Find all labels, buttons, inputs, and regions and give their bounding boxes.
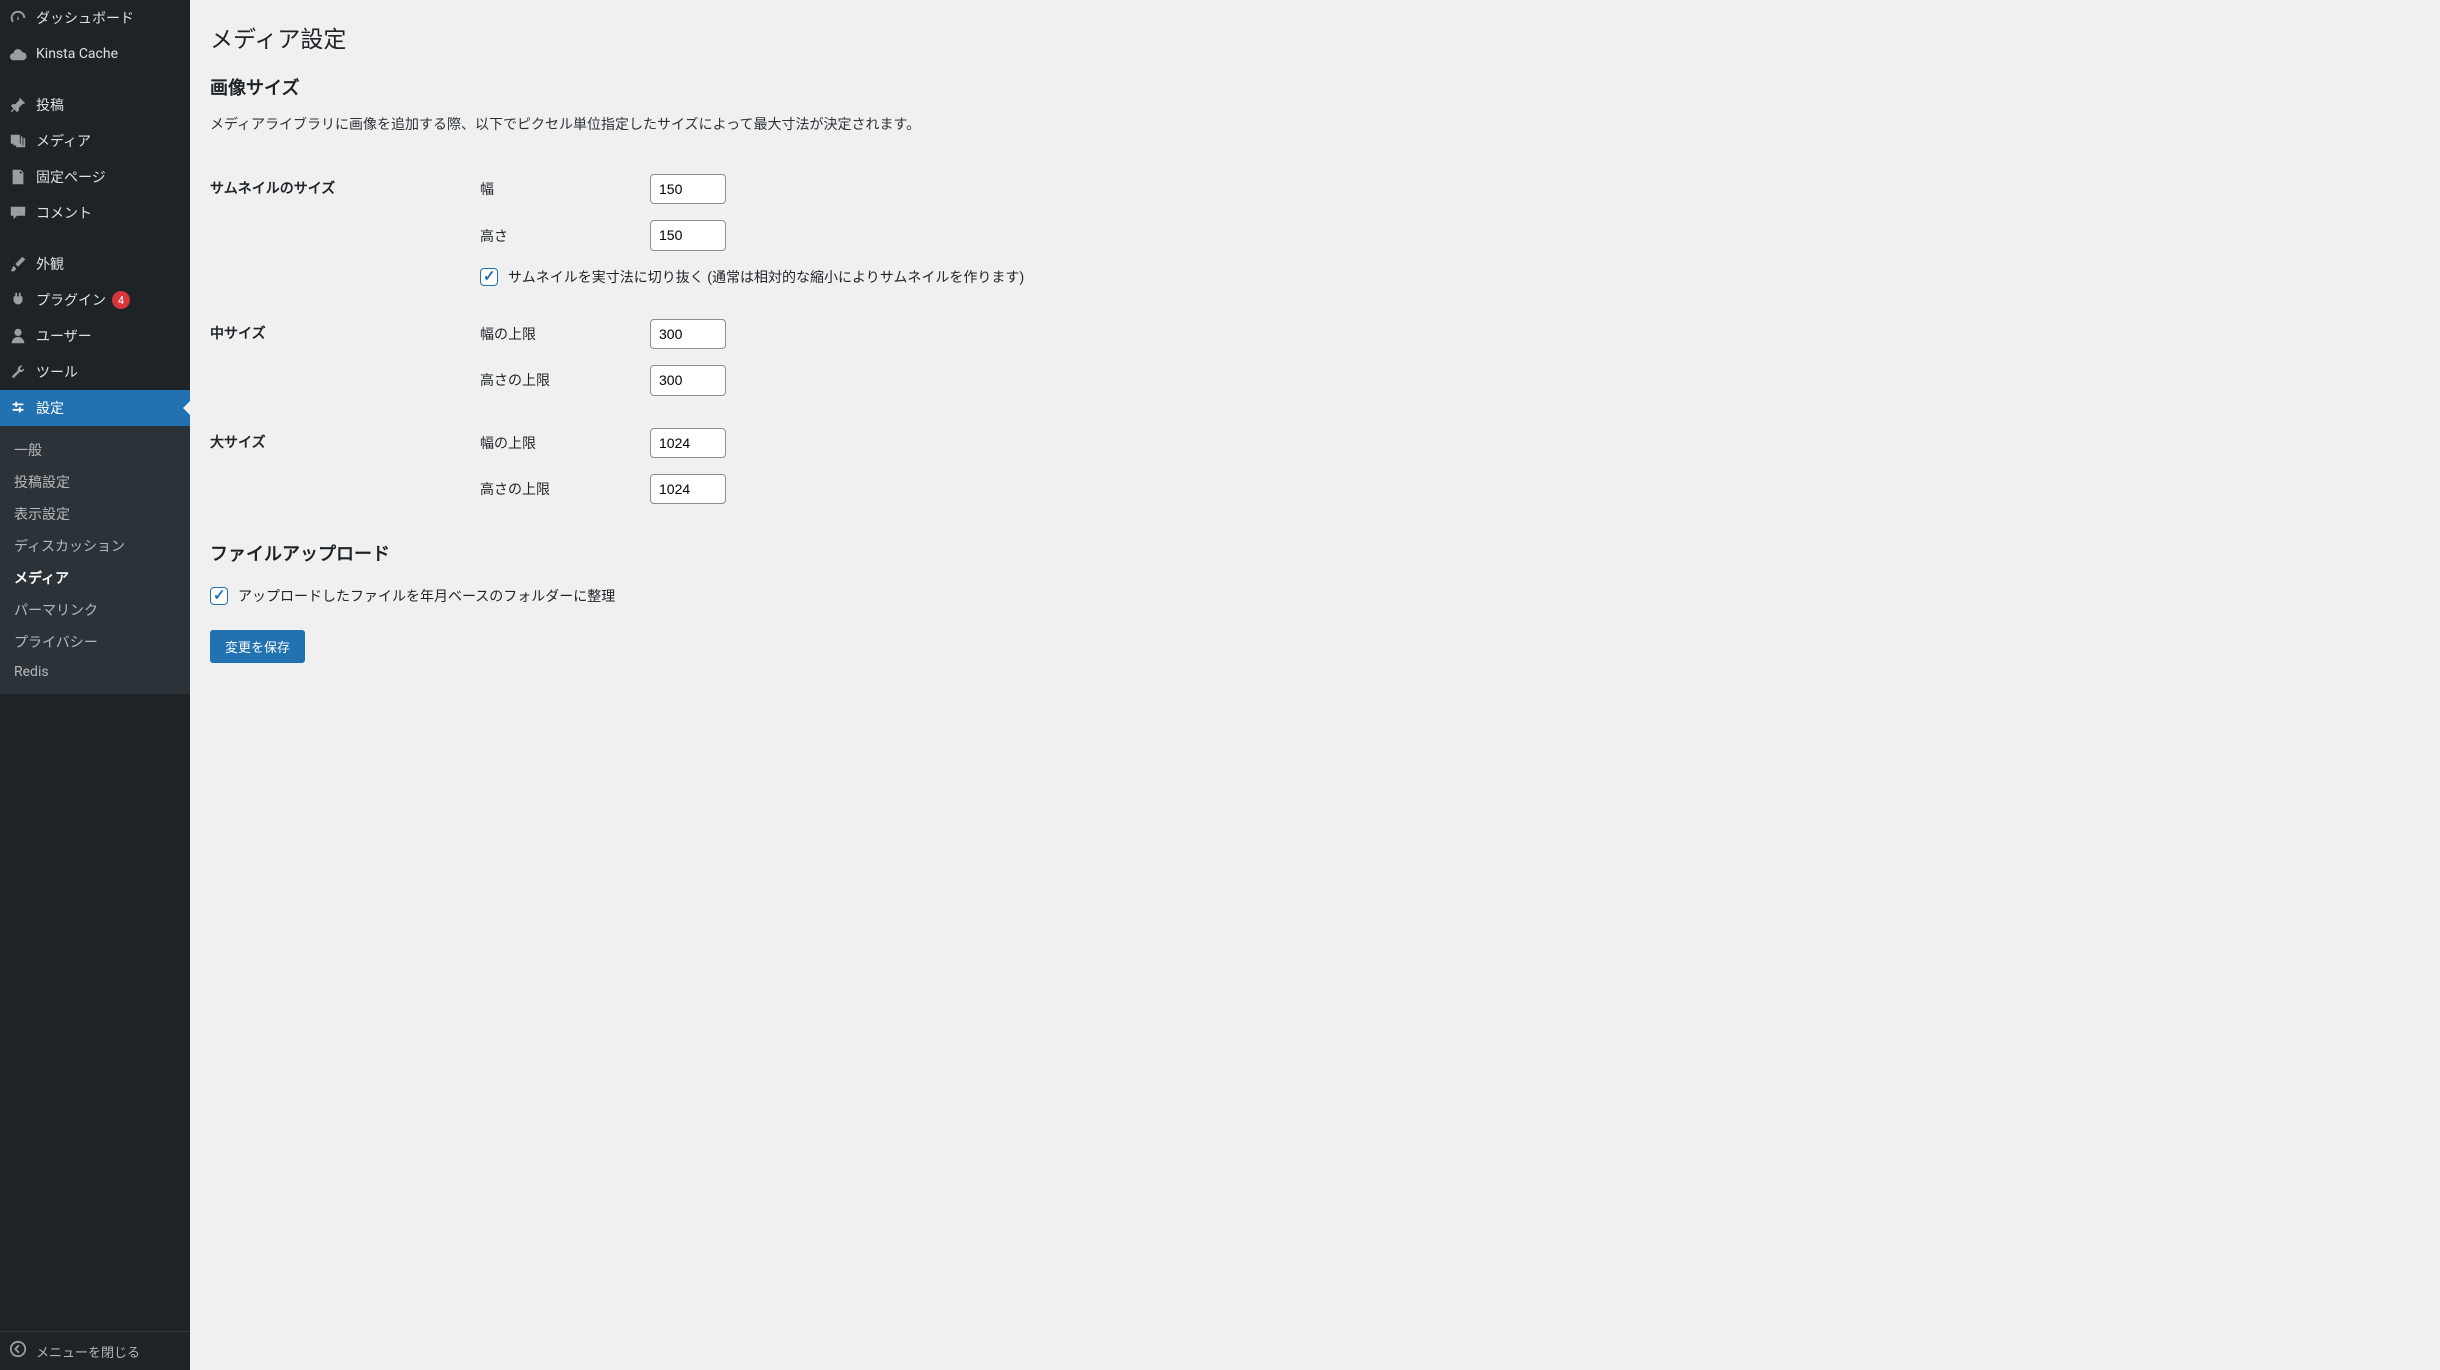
media-icon xyxy=(8,131,28,151)
sidebar-item-label: メディア xyxy=(36,131,91,151)
page-icon xyxy=(8,167,28,187)
sidebar-item-appearance[interactable]: 外観 xyxy=(0,246,190,282)
large-height-label: 高さの上限 xyxy=(480,479,650,499)
image-sizes-description: メディアライブラリに画像を追加する際、以下でピクセル単位指定したサイズによって最… xyxy=(210,114,2420,134)
submenu-item-media[interactable]: メディア xyxy=(0,562,190,594)
organize-uploads-checkbox[interactable] xyxy=(210,587,228,605)
sidebar-item-label: ツール xyxy=(36,362,78,382)
section-heading-image-sizes: 画像サイズ xyxy=(210,74,2420,100)
submenu-item-permalink[interactable]: パーマリンク xyxy=(0,594,190,626)
sidebar-item-plugins[interactable]: プラグイン 4 xyxy=(0,282,190,318)
sidebar-item-label: 固定ページ xyxy=(36,167,106,187)
thumbnail-heading: サムネイルのサイズ xyxy=(210,158,470,303)
submenu-item-redis[interactable]: Redis xyxy=(0,658,190,686)
medium-width-input[interactable] xyxy=(650,319,726,349)
sidebar-item-settings[interactable]: 設定 xyxy=(0,390,190,426)
sidebar-item-media[interactable]: メディア xyxy=(0,123,190,159)
large-width-input[interactable] xyxy=(650,428,726,458)
settings-icon xyxy=(8,398,28,418)
thumbnail-height-input[interactable] xyxy=(650,220,726,250)
medium-heading: 中サイズ xyxy=(210,303,470,412)
wrench-icon xyxy=(8,362,28,382)
sidebar-item-tools[interactable]: ツール xyxy=(0,354,190,390)
medium-height-label: 高さの上限 xyxy=(480,370,650,390)
sidebar-item-label: ダッシュボード xyxy=(36,8,134,28)
plugin-update-badge: 4 xyxy=(112,291,130,309)
sidebar-item-label: コメント xyxy=(36,203,92,223)
sidebar-item-label: Kinsta Cache xyxy=(36,46,118,62)
organize-uploads-label: アップロードしたファイルを年月ベースのフォルダーに整理 xyxy=(238,586,615,606)
submenu-item-writing[interactable]: 投稿設定 xyxy=(0,466,190,498)
dashboard-icon xyxy=(8,8,28,28)
sidebar-item-comments[interactable]: コメント xyxy=(0,195,190,231)
page-title: メディア設定 xyxy=(210,20,2420,54)
pin-icon xyxy=(8,95,28,115)
sidebar-item-label: 投稿 xyxy=(36,95,64,115)
settings-submenu: 一般 投稿設定 表示設定 ディスカッション メディア パーマリンク プライバシー… xyxy=(0,426,190,694)
thumbnail-crop-label: サムネイルを実寸法に切り抜く (通常は相対的な縮小によりサムネイルを作ります) xyxy=(508,267,1024,287)
submenu-item-discussion[interactable]: ディスカッション xyxy=(0,530,190,562)
user-icon xyxy=(8,326,28,346)
collapse-menu-button[interactable]: メニューを閉じる xyxy=(0,1331,190,1370)
sidebar-item-pages[interactable]: 固定ページ xyxy=(0,159,190,195)
settings-main: メディア設定 画像サイズ メディアライブラリに画像を追加する際、以下でピクセル単… xyxy=(190,0,2440,1370)
thumbnail-width-label: 幅 xyxy=(480,179,650,199)
plugin-icon xyxy=(8,290,28,310)
submenu-item-reading[interactable]: 表示設定 xyxy=(0,498,190,530)
sidebar-item-label: ユーザー xyxy=(36,326,92,346)
large-width-label: 幅の上限 xyxy=(480,433,650,453)
sidebar-item-kinsta-cache[interactable]: Kinsta Cache xyxy=(0,36,190,72)
submenu-item-general[interactable]: 一般 xyxy=(0,434,190,466)
save-button[interactable]: 変更を保存 xyxy=(210,630,305,663)
brush-icon xyxy=(8,254,28,274)
submenu-item-privacy[interactable]: プライバシー xyxy=(0,626,190,658)
collapse-label: メニューを閉じる xyxy=(36,1342,140,1361)
thumbnail-width-input[interactable] xyxy=(650,174,726,204)
large-height-input[interactable] xyxy=(650,474,726,504)
cloud-icon xyxy=(8,44,28,64)
medium-width-label: 幅の上限 xyxy=(480,324,650,344)
sidebar-item-label: プラグイン xyxy=(36,290,106,310)
sidebar-item-label: 外観 xyxy=(36,254,64,274)
medium-height-input[interactable] xyxy=(650,365,726,395)
sidebar-item-dashboard[interactable]: ダッシュボード xyxy=(0,0,190,36)
section-heading-upload: ファイルアップロード xyxy=(210,540,2420,566)
comment-icon xyxy=(8,203,28,223)
admin-sidebar: ダッシュボード Kinsta Cache 投稿 メディア 固定ページ コメント … xyxy=(0,0,190,1370)
large-heading: 大サイズ xyxy=(210,412,470,521)
thumbnail-height-label: 高さ xyxy=(480,226,650,246)
sidebar-item-posts[interactable]: 投稿 xyxy=(0,87,190,123)
sidebar-item-label: 設定 xyxy=(36,398,64,418)
sidebar-item-users[interactable]: ユーザー xyxy=(0,318,190,354)
thumbnail-crop-checkbox[interactable] xyxy=(480,268,498,286)
collapse-icon xyxy=(8,1340,28,1362)
